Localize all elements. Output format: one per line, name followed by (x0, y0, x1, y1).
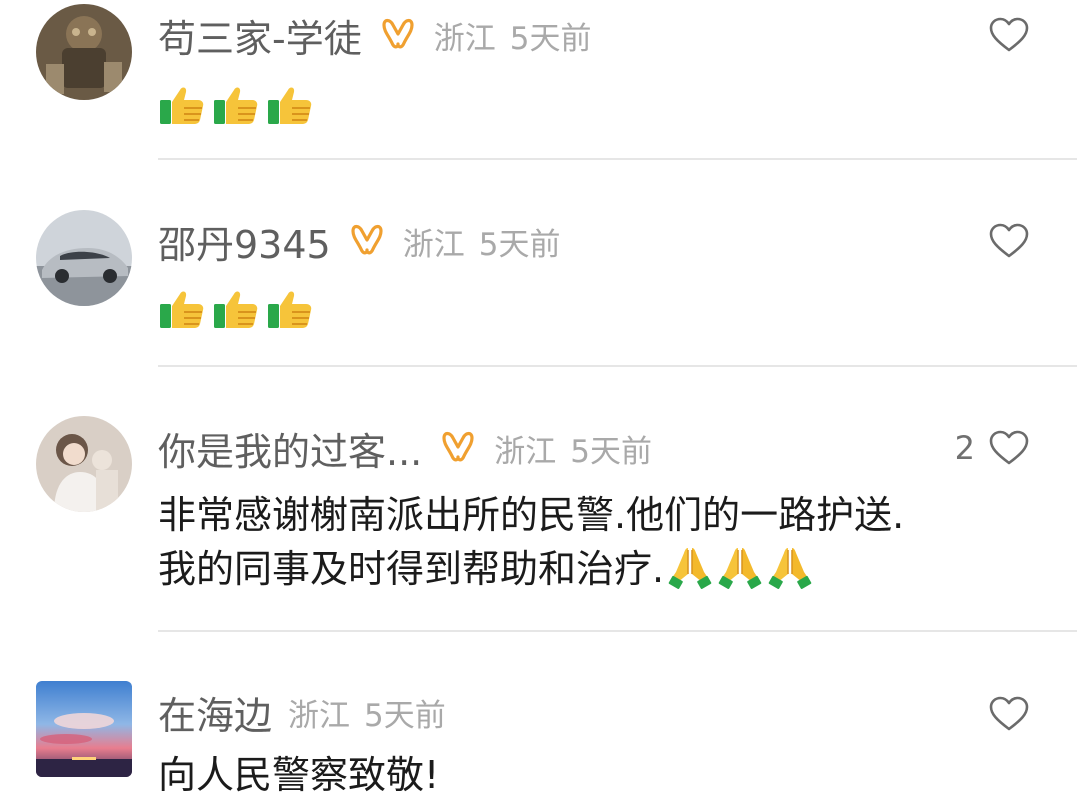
timestamp: 5天前 (478, 226, 561, 263)
comment-content (158, 80, 1063, 128)
comment-meta: 你是我的过客... 浙江 5天前 (158, 421, 652, 476)
comment-text: 向人民警察致敬! (158, 753, 440, 797)
comment-text-line: 我的同事及时得到帮助和治疗. (158, 542, 1063, 596)
timestamp: 5天前 (570, 433, 652, 470)
thumbs-up-icon (212, 80, 260, 128)
praying-hands-icon (666, 542, 714, 590)
avatar[interactable] (36, 681, 132, 777)
comment-content: 非常感谢榭南派出所的民警.他们的一路护送. 我的同事及时得到帮助和治疗. (158, 488, 1063, 596)
divider (158, 630, 1077, 632)
avatar[interactable] (36, 210, 132, 306)
praying-hands-icon (766, 542, 814, 590)
like-area: 2 (955, 423, 1029, 473)
like-area (989, 216, 1029, 266)
location: 浙江 (288, 697, 351, 734)
heart-icon[interactable] (989, 17, 1029, 53)
username[interactable]: 在海边 (158, 685, 272, 740)
divider (158, 158, 1077, 160)
thumbs-up-icon (266, 284, 314, 332)
like-count: 2 (954, 429, 975, 467)
comment-content: 向人民警察致敬! (158, 748, 1063, 802)
username[interactable]: 邵丹9345 (158, 214, 331, 269)
thumbs-up-icon (266, 80, 314, 128)
avatar[interactable] (36, 416, 132, 512)
heart-icon[interactable] (989, 696, 1029, 732)
timestamp: 5天前 (364, 697, 446, 734)
like-area (989, 689, 1029, 739)
location: 浙江 (402, 226, 465, 263)
ribbon-badge-icon (347, 223, 387, 259)
location: 浙江 (494, 433, 557, 470)
comment-content (158, 284, 1063, 332)
heart-icon[interactable] (989, 430, 1029, 466)
comment-text: 我的同事及时得到帮助和治疗. (158, 547, 665, 591)
thumbs-up-icon (158, 284, 206, 332)
comment-meta: 苟三家-学徒 浙江 5天前 (158, 8, 592, 63)
avatar[interactable] (36, 4, 132, 100)
comment-text-line: 非常感谢榭南派出所的民警.他们的一路护送. (158, 493, 905, 537)
location: 浙江 (433, 20, 496, 57)
like-area (989, 10, 1029, 60)
thumbs-up-icon (212, 284, 260, 332)
divider (158, 365, 1077, 367)
heart-icon[interactable] (989, 223, 1029, 259)
username[interactable]: 苟三家-学徒 (158, 8, 362, 63)
comment-meta: 在海边 浙江 5天前 (158, 685, 446, 740)
comment-meta: 邵丹9345 浙江 5天前 (158, 214, 561, 269)
praying-hands-icon (716, 542, 764, 590)
thumbs-up-icon (158, 80, 206, 128)
ribbon-badge-icon (438, 430, 478, 466)
username[interactable]: 你是我的过客... (158, 421, 422, 476)
ribbon-badge-icon (378, 17, 418, 53)
timestamp: 5天前 (509, 20, 592, 57)
